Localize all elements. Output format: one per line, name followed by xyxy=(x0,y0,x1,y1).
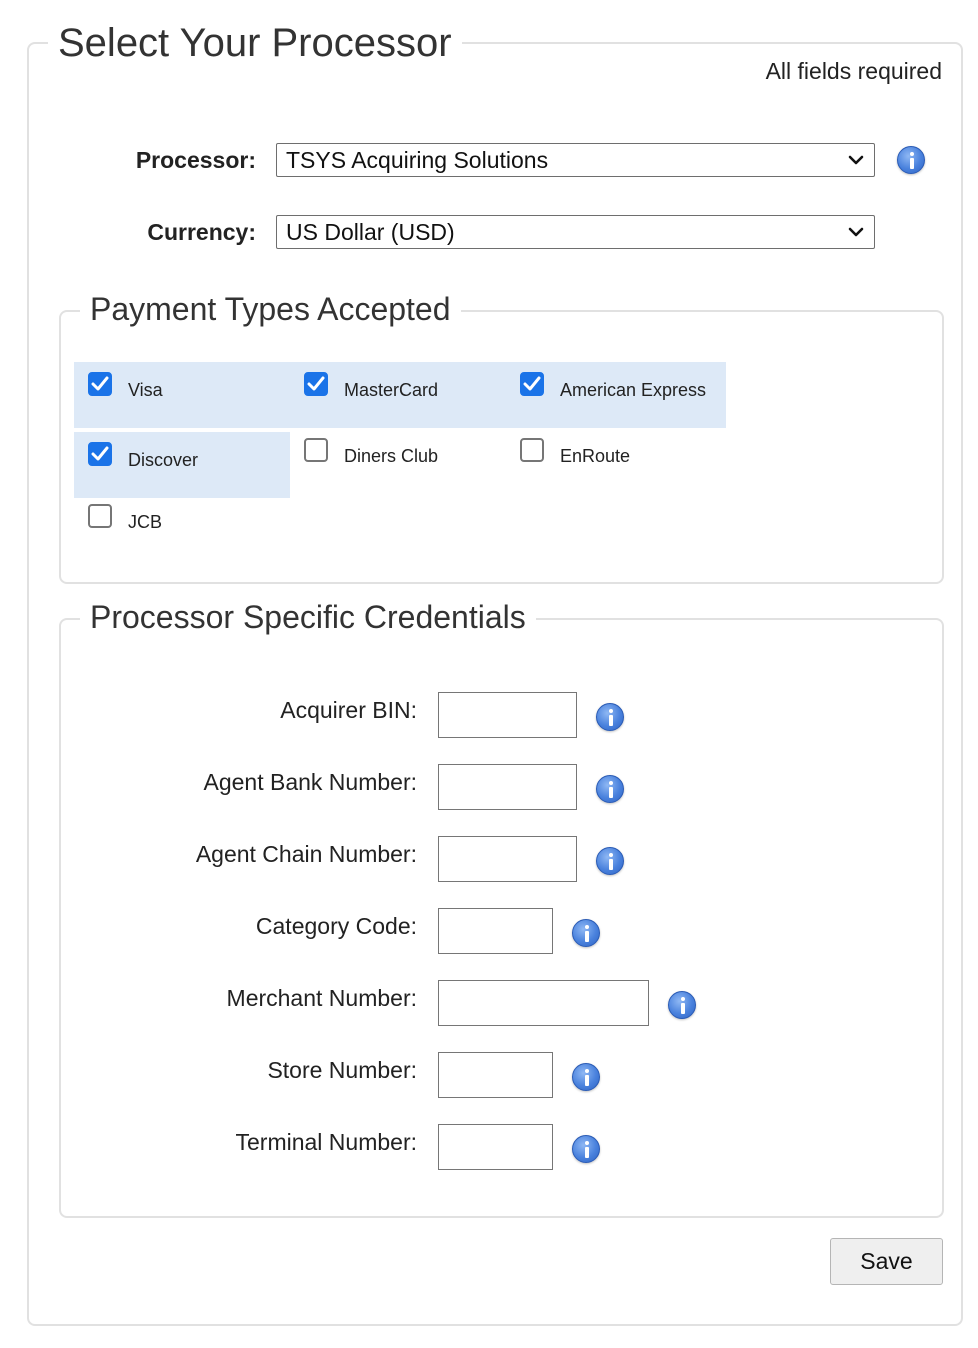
terminal-number-info-icon[interactable] xyxy=(572,1135,600,1163)
terminal-number-input[interactable] xyxy=(438,1124,553,1170)
agent-chain-number-info-icon[interactable] xyxy=(596,847,624,875)
payment-type-discover[interactable]: Discover xyxy=(74,432,290,498)
diners-club-checkbox[interactable] xyxy=(304,438,328,462)
store-number-info-icon[interactable] xyxy=(572,1063,600,1091)
chevron-down-icon xyxy=(848,227,864,237)
page-title: Select Your Processor xyxy=(48,23,462,63)
processor-select[interactable]: TSYS Acquiring Solutions xyxy=(276,143,875,177)
mastercard-label: MasterCard xyxy=(344,380,439,400)
payment-type-jcb[interactable]: JCB xyxy=(74,494,290,560)
acquirer-bin-input[interactable] xyxy=(438,692,577,738)
required-note: All fields required xyxy=(765,58,942,84)
payment-type-diners-club[interactable]: Diners Club xyxy=(290,428,506,494)
agent-chain-number-label: Agent Chain Number: xyxy=(195,841,417,867)
terminal-number-label: Terminal Number: xyxy=(235,1129,418,1155)
enroute-label: EnRoute xyxy=(560,446,631,466)
credentials-title: Processor Specific Credentials xyxy=(80,601,536,633)
checkmark-icon xyxy=(307,376,325,391)
diners-club-label: Diners Club xyxy=(344,446,439,466)
payment-types-title: Payment Types Accepted xyxy=(80,293,461,325)
acquirer-bin-label: Acquirer BIN: xyxy=(280,697,417,723)
american-express-label: American Express xyxy=(560,380,707,400)
jcb-label: JCB xyxy=(128,512,163,532)
discover-label: Discover xyxy=(128,450,199,470)
visa-checkbox[interactable] xyxy=(88,372,112,396)
agent-bank-number-info-icon[interactable] xyxy=(596,775,624,803)
agent-chain-number-input[interactable] xyxy=(438,836,577,882)
merchant-number-label: Merchant Number: xyxy=(226,985,417,1011)
currency-label: Currency: xyxy=(147,219,256,245)
payment-type-enroute[interactable]: EnRoute xyxy=(506,428,722,494)
payment-type-visa[interactable]: Visa xyxy=(74,362,290,428)
mastercard-checkbox[interactable] xyxy=(304,372,328,396)
processor-settings-page: Select Your Processor All fields require… xyxy=(0,0,978,1348)
processor-label: Processor: xyxy=(135,147,256,173)
category-code-label: Category Code: xyxy=(255,913,417,939)
agent-bank-number-input[interactable] xyxy=(438,764,577,810)
store-number-label: Store Number: xyxy=(267,1057,417,1083)
acquirer-bin-info-icon[interactable] xyxy=(596,703,624,731)
currency-select-value: US Dollar (USD) xyxy=(286,219,455,245)
visa-label: Visa xyxy=(128,380,163,400)
enroute-checkbox[interactable] xyxy=(520,438,544,462)
payment-type-mastercard[interactable]: MasterCard xyxy=(290,362,506,428)
payment-type-american-express[interactable]: American Express xyxy=(506,362,726,428)
category-code-input[interactable] xyxy=(438,908,553,954)
jcb-checkbox[interactable] xyxy=(88,504,112,528)
category-code-info-icon[interactable] xyxy=(572,919,600,947)
agent-bank-number-label: Agent Bank Number: xyxy=(203,769,417,795)
checkmark-icon xyxy=(91,446,109,461)
checkmark-icon xyxy=(91,376,109,391)
store-number-input[interactable] xyxy=(438,1052,553,1098)
currency-select[interactable]: US Dollar (USD) xyxy=(276,215,875,249)
save-button[interactable]: Save xyxy=(830,1238,943,1285)
merchant-number-info-icon[interactable] xyxy=(668,991,696,1019)
american-express-checkbox[interactable] xyxy=(520,372,544,396)
discover-checkbox[interactable] xyxy=(88,442,112,466)
chevron-down-icon xyxy=(848,155,864,165)
processor-select-value: TSYS Acquiring Solutions xyxy=(286,147,549,173)
merchant-number-input[interactable] xyxy=(438,980,649,1026)
checkmark-icon xyxy=(523,376,541,391)
processor-info-icon[interactable] xyxy=(897,146,925,174)
